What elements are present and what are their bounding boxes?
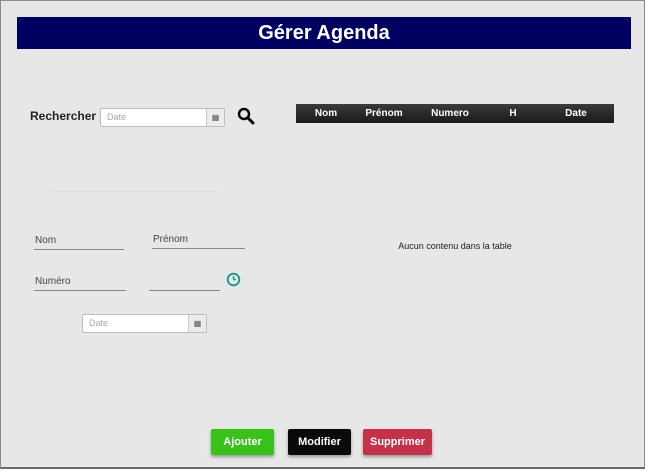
search-icon[interactable] bbox=[237, 107, 255, 125]
divider bbox=[51, 191, 217, 192]
form-date-placeholder: Date bbox=[89, 318, 109, 328]
column-header-h[interactable]: H bbox=[488, 108, 538, 119]
delete-button[interactable]: Supprimer bbox=[363, 429, 432, 455]
prenom-field[interactable]: Prénom bbox=[152, 230, 245, 249]
page-title-bar: Gérer Agenda bbox=[17, 17, 631, 49]
column-header-numero[interactable]: Numero bbox=[412, 108, 488, 119]
numero-field[interactable]: Numéro bbox=[34, 271, 126, 291]
column-header-prenom[interactable]: Prénom bbox=[356, 108, 412, 119]
form-date-picker[interactable]: Date ▦ bbox=[82, 314, 207, 333]
column-header-nom[interactable]: Nom bbox=[296, 108, 356, 119]
search-date-placeholder: Date bbox=[107, 112, 127, 122]
page-title: Gérer Agenda bbox=[258, 21, 390, 44]
table-header: Nom Prénom Numero H Date bbox=[296, 104, 614, 123]
add-button[interactable]: Ajouter bbox=[211, 429, 274, 455]
heure-field[interactable] bbox=[149, 271, 220, 291]
edit-button[interactable]: Modifier bbox=[288, 429, 351, 455]
search-label: Rechercher bbox=[30, 109, 97, 123]
nom-placeholder: Nom bbox=[35, 235, 57, 246]
clock-icon[interactable] bbox=[226, 272, 241, 287]
numero-placeholder: Numéro bbox=[35, 276, 71, 287]
prenom-placeholder: Prénom bbox=[153, 234, 189, 245]
table-empty-message: Aucun contenu dans la table bbox=[398, 241, 512, 251]
nom-field[interactable]: Nom bbox=[34, 231, 124, 250]
app-window: Gérer Agenda Rechercher Date ▦ Nom Préno… bbox=[0, 0, 645, 469]
column-header-date[interactable]: Date bbox=[538, 108, 614, 119]
agenda-table: Nom Prénom Numero H Date bbox=[296, 104, 614, 123]
search-date-picker[interactable]: Date ▦ bbox=[100, 108, 225, 127]
calendar-icon[interactable]: ▦ bbox=[188, 315, 206, 332]
calendar-icon[interactable]: ▦ bbox=[206, 109, 224, 126]
